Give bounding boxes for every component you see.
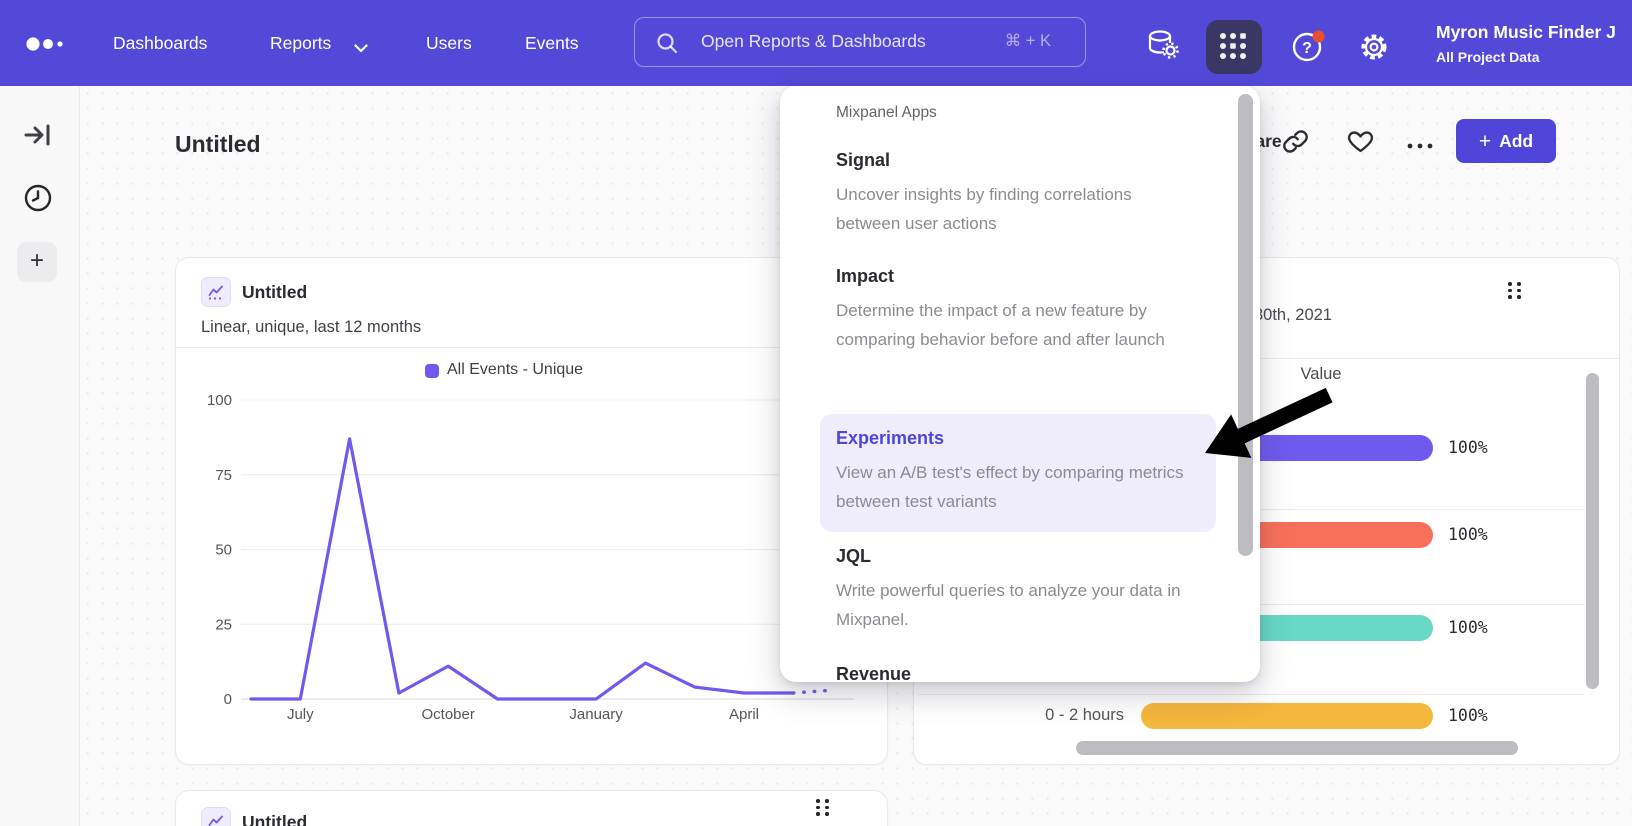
menu-item-signal-desc: Uncover insights by finding correlations… xyxy=(836,180,1192,238)
nav-users[interactable]: Users xyxy=(426,0,472,86)
row-value: 100% xyxy=(1448,525,1488,544)
copy-link-icon[interactable] xyxy=(1282,128,1309,160)
line-chart-type-icon xyxy=(201,277,231,307)
more-options-icon[interactable] xyxy=(1406,137,1436,155)
menu-item-jql-desc: Write powerful queries to analyze your d… xyxy=(836,576,1192,634)
bottom-card-title[interactable]: Untitled xyxy=(242,812,307,826)
notification-dot xyxy=(1313,31,1325,43)
help-icon[interactable]: ? xyxy=(1292,30,1328,69)
search-input[interactable]: Open Reports & Dashboards ⌘ + K xyxy=(634,17,1086,67)
apps-menu-header: Mixpanel Apps xyxy=(836,104,937,122)
search-placeholder: Open Reports & Dashboards xyxy=(701,18,926,65)
menu-item-experiments[interactable]: Experiments xyxy=(836,428,944,449)
x-axis-tick: October xyxy=(418,706,478,723)
legend-label[interactable]: All Events - Unique xyxy=(447,361,583,379)
menu-item-experiments-desc: View an A/B test's effect by comparing m… xyxy=(836,458,1192,516)
row-value: 100% xyxy=(1448,618,1488,637)
search-shortcut: ⌘ + K xyxy=(1005,18,1051,65)
user-project: All Project Data xyxy=(1436,49,1539,65)
legend-swatch xyxy=(425,364,439,378)
menu-item-impact-desc: Determine the impact of a new feature by… xyxy=(836,296,1192,354)
x-axis-labels: July October January April xyxy=(176,706,889,728)
search-icon xyxy=(655,31,679,60)
table-vertical-scrollbar[interactable] xyxy=(1586,373,1599,689)
expand-sidebar-icon[interactable] xyxy=(23,120,53,155)
value-bar[interactable] xyxy=(1141,703,1433,729)
chart-card-title[interactable]: Untitled xyxy=(242,282,307,303)
svg-text:100: 100 xyxy=(207,392,232,409)
apps-grid-button[interactable] xyxy=(1206,20,1262,74)
add-button[interactable]: + Add xyxy=(1456,119,1556,163)
svg-text:75: 75 xyxy=(215,467,232,484)
menu-item-impact[interactable]: Impact xyxy=(836,266,894,287)
table-card-date: 30th, 2021 xyxy=(1254,306,1332,325)
drag-handle-icon[interactable] xyxy=(1508,282,1521,299)
drag-handle-icon[interactable] xyxy=(816,799,829,816)
line-chart-type-icon xyxy=(201,807,231,826)
row-value: 100% xyxy=(1448,438,1488,457)
settings-gear-icon[interactable] xyxy=(1358,31,1390,68)
plus-icon: + xyxy=(1479,131,1491,152)
app-root: Dashboards Reports Users Events Open Rep… xyxy=(0,0,1632,826)
favorite-heart-icon[interactable] xyxy=(1346,127,1375,160)
page-title: Untitled xyxy=(175,131,261,158)
menu-item-signal[interactable]: Signal xyxy=(836,150,890,171)
data-management-icon[interactable] xyxy=(1146,29,1180,66)
svg-text:25: 25 xyxy=(215,616,232,633)
x-axis-tick: April xyxy=(714,706,774,723)
annotation-arrow xyxy=(1150,380,1350,490)
nav-dashboards[interactable]: Dashboards xyxy=(113,0,207,86)
svg-text:50: 50 xyxy=(215,542,232,559)
add-board-button[interactable]: + xyxy=(17,242,57,282)
menu-item-jql[interactable]: JQL xyxy=(836,546,871,567)
x-axis-tick: January xyxy=(566,706,626,723)
user-name[interactable]: Myron Music Finder J xyxy=(1436,22,1632,43)
menu-item-revenue[interactable]: Revenue xyxy=(836,664,911,682)
row-label: 0 - 2 hours xyxy=(974,706,1124,725)
nav-reports[interactable]: Reports xyxy=(270,0,331,86)
top-nav: Dashboards Reports Users Events Open Rep… xyxy=(0,0,1632,86)
chart-card-subtitle: Linear, unique, last 12 months xyxy=(201,318,421,337)
left-sidebar: + xyxy=(0,86,80,826)
nav-events[interactable]: Events xyxy=(525,0,579,86)
svg-text:?: ? xyxy=(1302,40,1312,57)
apps-grid-icon xyxy=(1217,30,1251,64)
x-axis-tick: July xyxy=(270,706,330,723)
recent-clock-icon[interactable] xyxy=(23,183,53,218)
chevron-down-icon xyxy=(354,40,368,58)
table-horizontal-scrollbar[interactable] xyxy=(1076,741,1518,755)
mixpanel-logo-icon[interactable] xyxy=(26,37,70,51)
row-value: 100% xyxy=(1448,706,1488,725)
bottom-chart-card: Untitled xyxy=(175,790,888,826)
